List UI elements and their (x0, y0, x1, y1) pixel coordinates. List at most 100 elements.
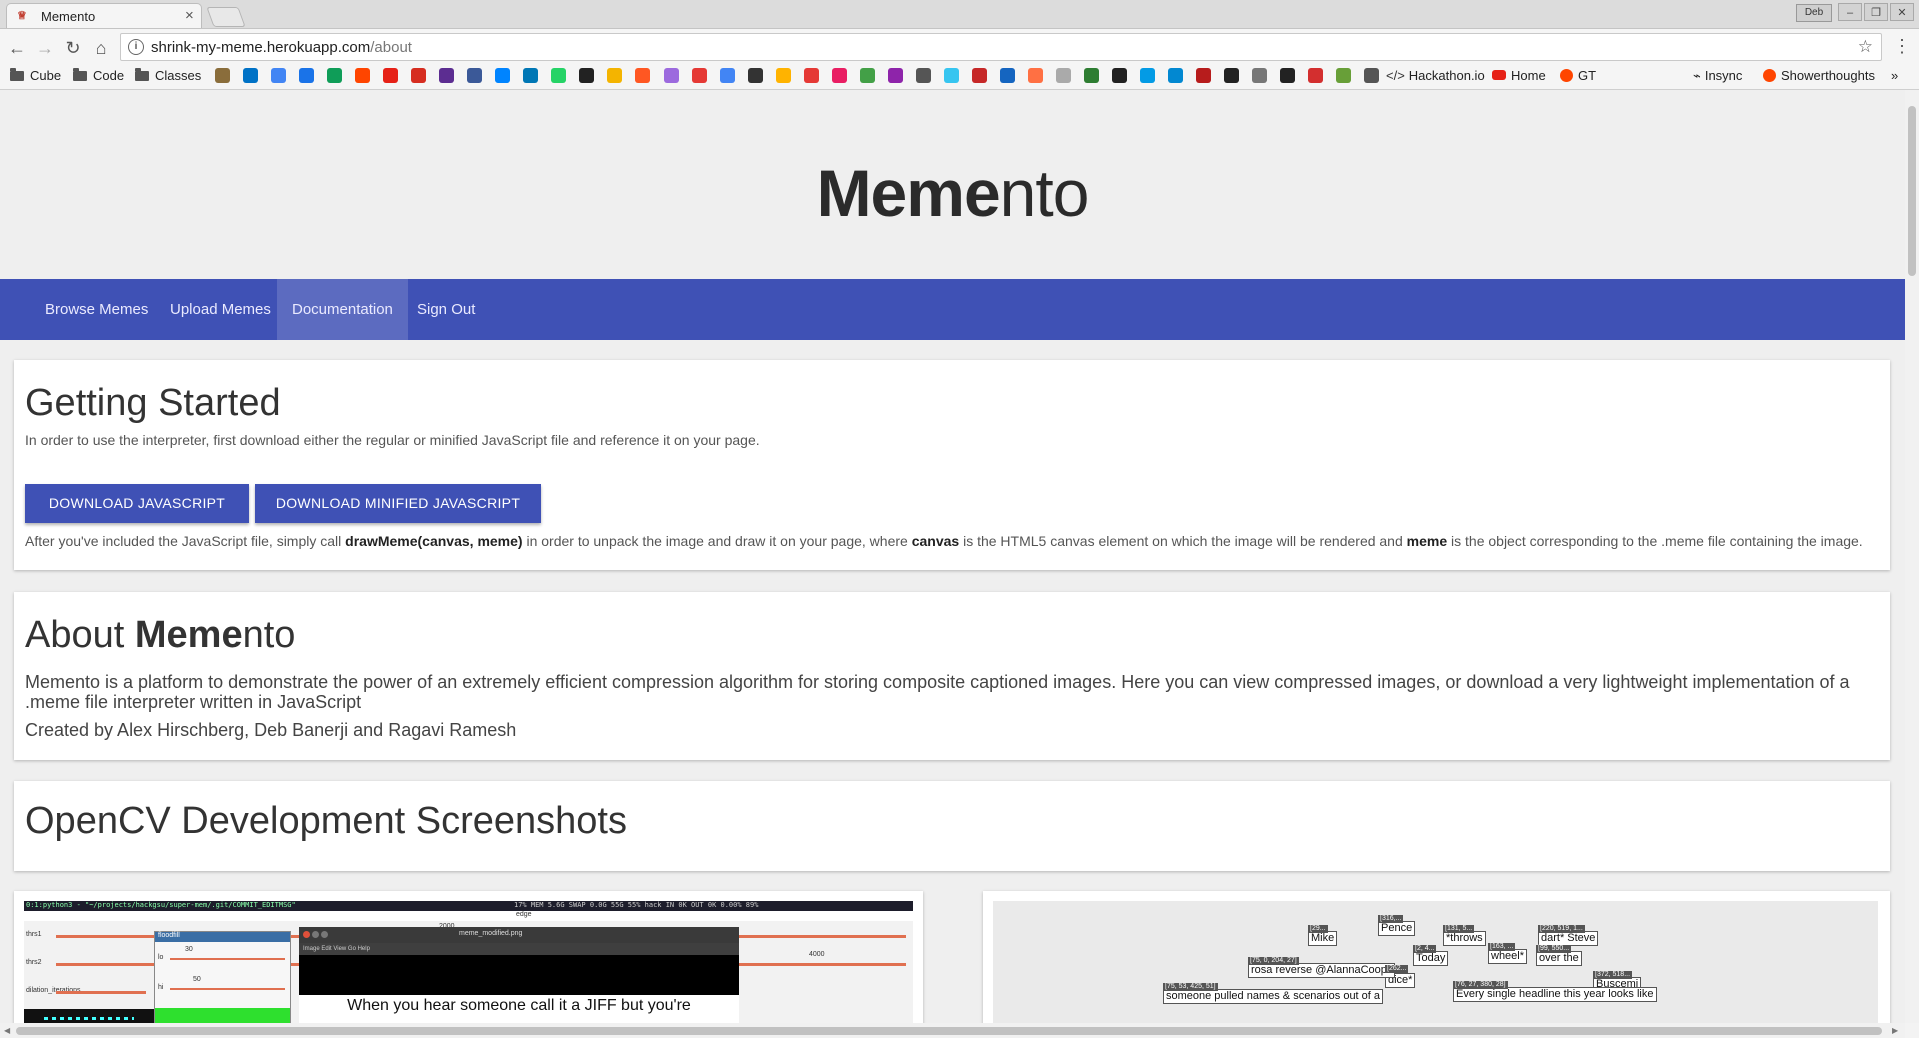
tab-close-icon[interactable]: × (185, 7, 194, 24)
bookmark-favicon-icon[interactable] (916, 68, 931, 83)
site-brand[interactable]: Memento (0, 155, 1905, 231)
viewer-maximize-icon[interactable] (321, 931, 328, 938)
bookmarks-overflow-chevron[interactable]: » (1891, 67, 1898, 85)
bookmark-favicon-icon[interactable] (355, 68, 370, 83)
bookmark-favicon-icon[interactable] (972, 68, 987, 83)
info-icon[interactable]: i (128, 39, 144, 55)
bookmark-insync[interactable]: ⌁ Insync (1693, 67, 1742, 85)
bookmark-favicon-icon[interactable] (748, 68, 763, 83)
nav-documentation[interactable]: Documentation (277, 279, 408, 340)
bookmark-favicon-icon[interactable] (1252, 68, 1267, 83)
bookmark-favicon-icon[interactable] (551, 68, 566, 83)
bookmark-favicon-icon[interactable] (1000, 68, 1015, 83)
bookmark-favicon-icon[interactable] (664, 68, 679, 83)
bookmark-favicon-icon[interactable] (1028, 68, 1043, 83)
bookmark-favicon-icon[interactable] (523, 68, 538, 83)
bookmark-favicon-icon[interactable] (860, 68, 875, 83)
vertical-scroll-thumb[interactable] (1908, 106, 1916, 276)
floodfill-preview (155, 1008, 290, 1023)
home-icon[interactable]: ⌂ (90, 37, 112, 59)
floodfill-window[interactable]: floodfill lo hi 30 50 (154, 931, 291, 1023)
bookmark-favicon-icon[interactable] (243, 68, 258, 83)
nav-upload-memes[interactable]: Upload Memes (155, 279, 286, 340)
vertical-scrollbar[interactable] (1905, 90, 1919, 1023)
bookmark-favicon-icon[interactable] (1168, 68, 1183, 83)
bookmark-favicon-icon[interactable] (692, 68, 707, 83)
nav-browse-memes[interactable]: Browse Memes (30, 279, 163, 340)
viewer-menubar[interactable]: Image Edit View Go Help (299, 943, 739, 955)
viewer-minimize-icon[interactable] (312, 931, 319, 938)
lo-value: 30 (185, 946, 193, 953)
bookmark-favicon-icon[interactable] (832, 68, 847, 83)
back-arrow-icon[interactable]: ← (6, 37, 28, 59)
site-navbar: Browse Memes Upload Memes Documentation … (0, 279, 1905, 340)
bookmark-favicon-icon[interactable] (411, 68, 426, 83)
opencv-card: OpenCV Development Screenshots (14, 781, 1890, 871)
minimize-icon[interactable]: – (1838, 3, 1862, 21)
bookmark-folder-cube[interactable]: Cube (10, 67, 61, 85)
bookmark-folder-code[interactable]: Code (73, 67, 124, 85)
bookmark-hackathon[interactable]: </> Hackathon.io (1386, 67, 1485, 85)
tab-title: Memento (41, 9, 96, 24)
download-minified-javascript-button[interactable]: DOWNLOAD MINIFIED JAVASCRIPT (255, 484, 541, 523)
url-text[interactable]: shrink-my-meme.herokuapp.com/about (151, 39, 412, 56)
bookmark-favicon-icon[interactable] (467, 68, 482, 83)
bookmark-gt[interactable]: GT (1560, 67, 1596, 85)
new-tab-button[interactable] (206, 7, 246, 27)
bookmark-favicon-icon[interactable] (1196, 68, 1211, 83)
scroll-left-icon[interactable]: ◀ (4, 1026, 10, 1035)
bookmark-favicon-icon[interactable] (776, 68, 791, 83)
address-bar[interactable]: i shrink-my-meme.herokuapp.com/about ☆ (120, 33, 1882, 61)
bookmark-favicon-icon[interactable] (1140, 68, 1155, 83)
bookmark-favicon-icon[interactable] (439, 68, 454, 83)
bookmark-favicon-icon[interactable] (579, 68, 594, 83)
bookmark-favicon-icon[interactable] (607, 68, 622, 83)
ocr-bbox-tag: [75, 0, 204, 27] (1248, 957, 1299, 965)
reload-icon[interactable]: ↻ (62, 37, 84, 59)
bookmark-favicon-icon[interactable] (215, 68, 230, 83)
profile-badge[interactable]: Deb (1796, 4, 1832, 22)
bookmark-favicon-icon[interactable] (635, 68, 650, 83)
bookmark-favicon-icon[interactable] (1112, 68, 1127, 83)
bookmark-favicon-icon[interactable] (1056, 68, 1071, 83)
bookmark-favicon-icon[interactable] (383, 68, 398, 83)
bookmark-favicon-icon[interactable] (271, 68, 286, 83)
forward-arrow-icon[interactable]: → (34, 37, 56, 59)
bookmark-favicon-icon[interactable] (1308, 68, 1323, 83)
reddit-icon (1763, 69, 1776, 82)
scroll-right-icon[interactable]: ▶ (1892, 1026, 1898, 1035)
bookmark-favicon-icon[interactable] (1364, 68, 1379, 83)
chrome-menu-icon[interactable]: ⋮ (1893, 36, 1911, 57)
bookmark-favicon-icon[interactable] (720, 68, 735, 83)
horizontal-scrollbar[interactable]: ◀ ▶ (0, 1023, 1905, 1038)
bookmark-favicon-icon[interactable] (888, 68, 903, 83)
lo-slider[interactable] (170, 958, 285, 960)
bookmark-favicon-icon[interactable] (1336, 68, 1351, 83)
dilation-slider[interactable] (56, 991, 146, 994)
browser-tab[interactable]: ♕ Memento × (6, 3, 202, 28)
bookmark-showerthoughts[interactable]: Showerthoughts (1763, 67, 1875, 85)
bookmark-folder-classes[interactable]: Classes (135, 67, 201, 85)
close-window-icon[interactable]: ✕ (1890, 3, 1914, 21)
nav-sign-out[interactable]: Sign Out (402, 279, 490, 340)
bookmark-favicon-icon[interactable] (495, 68, 510, 83)
thrs2-label: thrs2 (26, 959, 42, 966)
opencv-screenshot-right[interactable]: Mike Pence *throws dart* Steve Today wheel* ov… (983, 891, 1890, 1023)
hi-slider[interactable] (170, 988, 285, 990)
opencv-screenshot-left[interactable]: 0:1:python3 - "~/projects/hackgsu/super-… (14, 891, 923, 1023)
bookmark-favicon-icon[interactable] (327, 68, 342, 83)
bookmark-favicon-icon[interactable] (1280, 68, 1295, 83)
horizontal-scroll-thumb[interactable] (16, 1027, 1882, 1035)
getting-started-intro: In order to use the interpreter, first d… (25, 432, 760, 448)
bookmark-favicon-icon[interactable] (1224, 68, 1239, 83)
bookmark-home[interactable]: Home (1492, 67, 1546, 85)
bookmark-favicon-icon[interactable] (944, 68, 959, 83)
bookmark-favicon-icon[interactable] (804, 68, 819, 83)
download-javascript-button[interactable]: DOWNLOAD JAVASCRIPT (25, 484, 249, 523)
bookmark-star-icon[interactable]: ☆ (1858, 37, 1873, 57)
bookmark-favicon-icon[interactable] (1084, 68, 1099, 83)
viewer-close-icon[interactable] (303, 931, 310, 938)
image-viewer-window[interactable]: meme_modified.png Image Edit View Go Hel… (299, 927, 739, 1023)
maximize-icon[interactable]: ❐ (1864, 3, 1888, 21)
bookmark-favicon-icon[interactable] (299, 68, 314, 83)
